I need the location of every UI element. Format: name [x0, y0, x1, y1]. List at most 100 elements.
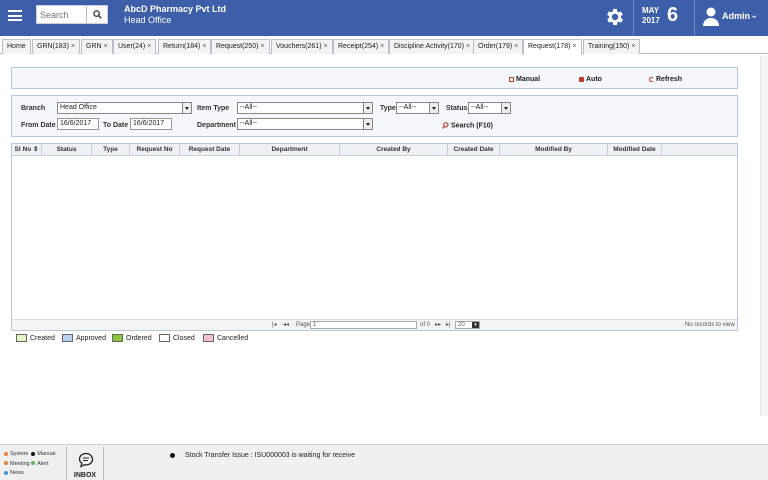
- tab-request-250[interactable]: Request(250) ×: [211, 39, 270, 54]
- tab-home[interactable]: Home: [2, 39, 31, 54]
- legend-swatch: [159, 334, 170, 343]
- column-modified-date[interactable]: Modified Date: [608, 144, 662, 156]
- close-icon[interactable]: ×: [380, 43, 384, 50]
- close-icon[interactable]: ×: [514, 43, 518, 50]
- auto-button[interactable]: Auto: [579, 76, 602, 83]
- date-display: MAY 2017 6: [633, 0, 695, 36]
- close-icon[interactable]: ×: [147, 43, 151, 50]
- user-icon: [703, 7, 719, 26]
- user-name: Admin: [722, 11, 750, 21]
- gear-icon[interactable]: [604, 6, 628, 30]
- page-input[interactable]: 1: [310, 321, 417, 329]
- column-type[interactable]: Type: [92, 144, 130, 156]
- tab-request-178[interactable]: Request(178) ×: [523, 39, 582, 55]
- grid-pager: |◂ ◂◂ Page 1 of 0 ▸▸ ▸| 20 ▾ No records t…: [12, 319, 737, 330]
- first-page-icon[interactable]: |◂: [272, 320, 277, 331]
- notification-legend: System Manual Meeting Alert News: [4, 450, 55, 479]
- close-icon[interactable]: ×: [572, 43, 576, 50]
- prev-page-icon[interactable]: ◂◂: [283, 320, 289, 331]
- column-request-date[interactable]: Request Date: [180, 144, 240, 156]
- tab-receipt[interactable]: Receipt(254) ×: [333, 39, 390, 54]
- refresh-button[interactable]: Refresh: [649, 76, 682, 83]
- type-label: Type: [380, 105, 396, 112]
- user-menu[interactable]: Admin ⌄: [700, 6, 764, 28]
- page-size-select[interactable]: 20 ▾: [455, 321, 480, 329]
- bullet-icon: [170, 452, 175, 458]
- tab-training[interactable]: Training(150) ×: [583, 39, 641, 54]
- tab-user[interactable]: User(24) ×: [113, 39, 157, 54]
- column-created-by[interactable]: Created By: [340, 144, 448, 156]
- close-icon[interactable]: ×: [260, 43, 264, 50]
- close-icon[interactable]: ×: [202, 43, 206, 50]
- legend-created: Created: [16, 334, 55, 344]
- column-request-no[interactable]: Request No: [130, 144, 180, 156]
- tab-vouchers[interactable]: Vouchers(261) ×: [271, 39, 333, 54]
- to-date-input[interactable]: 16/6/2017: [130, 118, 172, 130]
- branch-label: Branch: [21, 105, 46, 112]
- notification-ticker[interactable]: Stock Transfer Issue : ISU000003 is wait…: [170, 452, 355, 459]
- branch-select[interactable]: Head Office: [57, 102, 192, 114]
- legend-swatch: [62, 334, 73, 343]
- department-select[interactable]: --All--: [237, 118, 373, 130]
- system-legend: System: [4, 451, 28, 457]
- search-icon: [442, 122, 449, 129]
- manual-button[interactable]: Manual: [509, 76, 540, 83]
- chevron-down-icon: [501, 103, 510, 113]
- column-modified-by[interactable]: Modified By: [500, 144, 608, 156]
- legend-closed: Closed: [159, 334, 195, 344]
- tab-bar: Home GRN(183) × GRN × User(24) × Return(184…: [0, 36, 768, 55]
- empty-records-text: No records to view: [685, 322, 735, 328]
- column-status[interactable]: Status: [42, 144, 92, 156]
- search-icon: [93, 10, 102, 19]
- close-icon[interactable]: ×: [71, 43, 75, 50]
- chevron-down-icon: ⌄: [750, 10, 759, 21]
- legend-swatch: [16, 334, 27, 343]
- column-department[interactable]: Department: [240, 144, 340, 156]
- item-type-select[interactable]: --All--: [237, 102, 373, 114]
- column-sl-no[interactable]: Sl No ⇕: [12, 144, 42, 156]
- page-scrollbar[interactable]: [760, 56, 768, 416]
- item-type-label: Item Type: [197, 105, 230, 112]
- status-label: Status: [446, 105, 468, 112]
- search-f10-button[interactable]: Search (F10): [442, 122, 493, 129]
- inbox-button[interactable]: INBOX: [66, 447, 104, 480]
- chevron-down-icon: ▾: [472, 322, 479, 328]
- page-count: of 0: [420, 322, 431, 328]
- chevron-down-icon: [429, 103, 438, 113]
- auto-icon: [579, 76, 584, 82]
- search-button[interactable]: [86, 6, 107, 23]
- close-icon[interactable]: ×: [324, 43, 328, 50]
- document-icon: [509, 76, 514, 82]
- menu-icon[interactable]: [8, 10, 22, 21]
- refresh-icon: [649, 76, 654, 82]
- page-label: Page: [296, 322, 311, 328]
- column-created-date[interactable]: Created Date: [448, 144, 500, 156]
- close-icon[interactable]: ×: [631, 43, 635, 50]
- company-name: AbcD Pharmacy Pvt Ltd: [124, 4, 227, 14]
- search-input[interactable]: [37, 6, 87, 23]
- close-icon[interactable]: ×: [104, 43, 108, 50]
- filter-panel: Branch Head Office Item Type --All-- Typ…: [11, 95, 738, 137]
- news-legend: News: [4, 470, 24, 476]
- tab-return[interactable]: Return(184) ×: [158, 39, 212, 54]
- action-panel: Manual Auto Refresh: [11, 67, 738, 89]
- alert-legend: Alert: [31, 461, 48, 467]
- meeting-legend: Meeting: [4, 461, 30, 467]
- manual-legend: Manual: [31, 451, 55, 457]
- type-select[interactable]: --All--: [396, 102, 439, 114]
- last-page-icon[interactable]: ▸|: [446, 320, 451, 331]
- tab-grn-183[interactable]: GRN(183) ×: [32, 39, 80, 54]
- tab-discipline-activity[interactable]: Discipline Activity(170) ×: [389, 39, 476, 54]
- inbox-label: INBOX: [73, 472, 97, 479]
- tab-grn[interactable]: GRN ×: [81, 39, 113, 54]
- status-select[interactable]: --All--: [468, 102, 511, 114]
- chevron-down-icon: [363, 103, 372, 113]
- tab-order[interactable]: Order(179) ×: [473, 39, 524, 54]
- legend-cancelled: Cancelled: [203, 334, 248, 344]
- from-date-input[interactable]: 16/6/2017: [57, 118, 99, 130]
- branch-name: Head Office: [124, 15, 172, 25]
- close-icon[interactable]: ×: [466, 43, 470, 50]
- search-box: [36, 5, 108, 24]
- next-page-icon[interactable]: ▸▸: [435, 320, 441, 331]
- chat-icon: [78, 452, 94, 468]
